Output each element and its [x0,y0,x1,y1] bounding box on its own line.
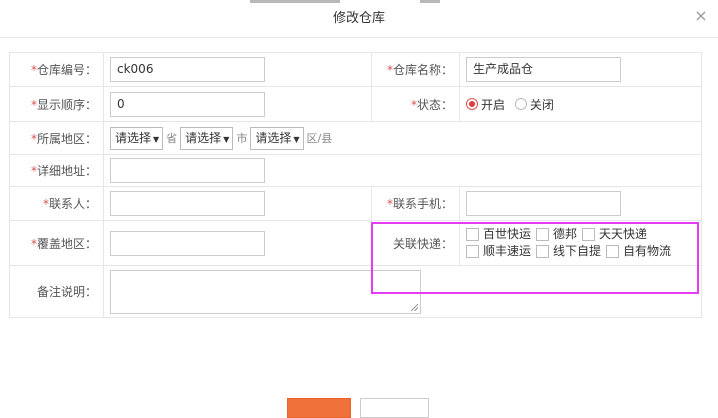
form-row: 备注说明： [9,265,702,318]
contact-label: *联系人： [9,186,104,221]
radio-selected-icon [466,98,478,110]
province-select[interactable]: 请选择 ▼ [110,126,164,150]
checkbox-icon [536,245,550,258]
radio-empty-icon [514,98,527,110]
warehouse-name-input[interactable]: 生产成品仓 [466,57,621,82]
form-row: *仓库编号： ck006 *仓库名称： 生产成品仓 [9,52,702,87]
edit-warehouse-dialog: 修改仓库 × *仓库编号： ck006 *仓库名称： 生产成品仓 *显示顺序： … [0,0,718,418]
phone-label: *联系手机： [371,186,460,221]
dropdown-arrow-icon: ▼ [153,134,160,144]
form-row: *详细地址： [9,154,702,187]
dropdown-arrow-icon: ▼ [293,134,300,144]
status-radio-on[interactable]: 开启 [466,97,505,112]
express-option[interactable]: 百世快运 [466,226,531,243]
display-order-input[interactable]: 0 [110,91,265,117]
express-option[interactable]: 线下自提 [536,243,601,260]
coverage-input[interactable] [110,230,265,256]
remark-textarea[interactable] [110,269,421,314]
region-label: *所属地区： [9,121,104,155]
warehouse-form: *仓库编号： ck006 *仓库名称： 生产成品仓 *显示顺序： 0 *状态： … [9,52,702,318]
status-label: *状态： [371,86,460,122]
phone-input[interactable] [466,191,621,216]
express-label: 关联快递： [371,220,460,266]
form-row: *覆盖地区： 关联快递： 百世快运 德邦 天天快递 顺丰速运 线下自提 自有物流 [9,220,702,266]
cancel-button[interactable] [360,398,429,418]
contact-input[interactable] [110,191,265,216]
close-icon[interactable]: × [693,7,709,25]
status-radio-off[interactable]: 关闭 [514,97,554,112]
form-row: *联系人： *联系手机： [9,186,702,221]
express-option[interactable]: 顺丰速运 [466,243,531,260]
checkbox-icon [536,228,550,241]
warehouse-name-label: *仓库名称： [371,52,460,87]
express-option[interactable]: 天天快递 [582,226,647,243]
remark-label: 备注说明： [9,265,104,318]
dialog-title: 修改仓库 [332,11,385,26]
checkbox-icon [466,245,479,258]
address-label: *详细地址： [9,154,104,187]
display-order-label: *显示顺序： [9,86,104,122]
checkbox-icon [606,245,620,258]
warehouse-code-input[interactable]: ck006 [110,57,265,82]
form-row: *所属地区： 请选择 ▼ 省请选择 ▼ 市请选择 ▼ 区/县 [9,121,702,155]
checkbox-icon [466,228,479,241]
express-option[interactable]: 自有物流 [606,243,671,260]
city-select[interactable]: 请选择 ▼ [180,126,234,150]
dropdown-arrow-icon: ▼ [223,134,230,144]
warehouse-code-label: *仓库编号： [9,52,104,87]
dialog-header: 修改仓库 × [0,0,718,38]
confirm-button[interactable] [287,398,351,418]
address-input[interactable] [110,158,265,183]
checkbox-icon [582,228,596,241]
resize-grip-icon[interactable] [411,303,418,311]
express-option[interactable]: 德邦 [536,226,577,243]
district-select[interactable]: 请选择 ▼ [250,126,304,150]
coverage-label: *覆盖地区： [9,220,104,266]
form-row: *显示顺序： 0 *状态： 开启 关闭 [9,86,702,122]
